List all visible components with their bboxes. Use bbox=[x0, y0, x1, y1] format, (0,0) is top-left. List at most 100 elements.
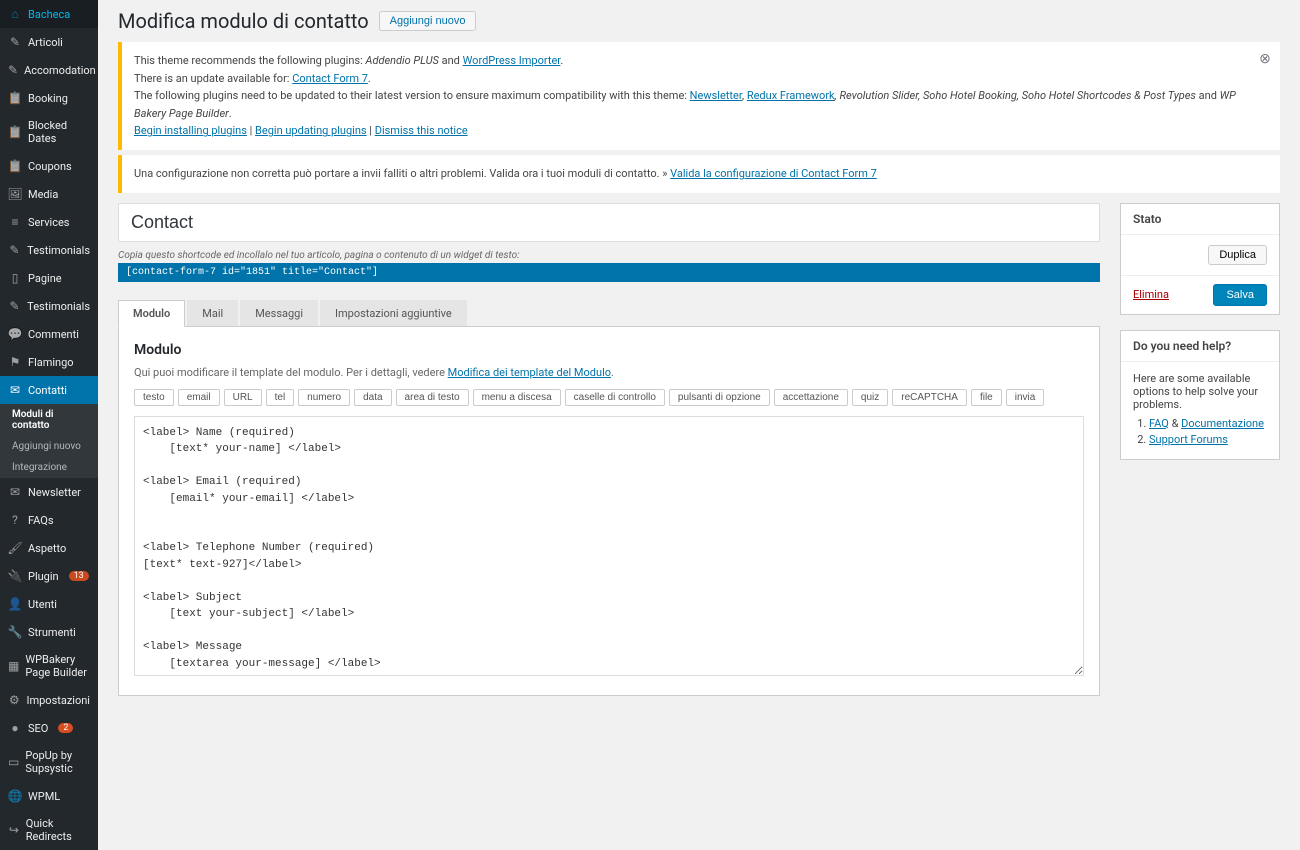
admin-sidebar: ⌂Bacheca✎Articoli✎Accomodation📋Booking📋B… bbox=[0, 0, 98, 850]
sidebar-item-strumenti[interactable]: 🔧 Strumenti bbox=[0, 618, 98, 646]
tag-button-invia[interactable]: invia bbox=[1006, 389, 1045, 406]
sidebar-item-wpbakery-page-builder[interactable]: ▦WPBakery Page Builder bbox=[0, 646, 98, 686]
shortcode-box[interactable]: [contact-form-7 id="1851" title="Contact… bbox=[118, 263, 1100, 282]
submenu-item-aggiungi-nuovo[interactable]: Aggiungi nuovo bbox=[0, 436, 98, 457]
notice-dismiss[interactable]: ⊗ bbox=[1256, 48, 1274, 66]
sidebar-item-label: Utenti bbox=[28, 598, 57, 611]
tag-button-pulsanti-di-opzione[interactable]: pulsanti di opzione bbox=[669, 389, 770, 406]
sidebar-item-label: Services bbox=[28, 216, 69, 229]
sidebar-item-label: Blocked Dates bbox=[28, 119, 90, 145]
form-template-textarea[interactable] bbox=[134, 416, 1084, 676]
tag-button-numero[interactable]: numero bbox=[298, 389, 350, 406]
sidebar-item-commenti[interactable]: 💬Commenti bbox=[0, 320, 98, 348]
sidebar-item-faqs[interactable]: ?FAQs bbox=[0, 506, 98, 534]
sidebar-item-label: PopUp by Supsystic bbox=[25, 749, 90, 775]
help-box: Do you need help? Here are some availabl… bbox=[1120, 330, 1280, 460]
bacheca-icon: ⌂ bbox=[8, 7, 22, 21]
sidebar-item-articoli[interactable]: ✎Articoli bbox=[0, 28, 98, 56]
sidebar-item-bacheca[interactable]: ⌂Bacheca bbox=[0, 0, 98, 28]
tag-button-reCAPTCHA[interactable]: reCAPTCHA bbox=[892, 389, 967, 406]
tab-modulo[interactable]: Modulo bbox=[118, 300, 185, 327]
tag-button-URL[interactable]: URL bbox=[224, 389, 262, 406]
sidebar-item-label: Strumenti bbox=[28, 626, 76, 639]
template-edit-link[interactable]: Modifica dei template del Modulo bbox=[448, 366, 611, 379]
sidebar-item-testimonials[interactable]: ✎Testimonials bbox=[0, 236, 98, 264]
sidebar-item-contatti[interactable]: ✉Contatti bbox=[0, 376, 98, 404]
tag-button-quiz[interactable]: quiz bbox=[852, 389, 888, 406]
sidebar-item-booking[interactable]: 📋Booking bbox=[0, 84, 98, 112]
docs-link[interactable]: Documentazione bbox=[1181, 417, 1264, 430]
wpml-icon: 🌐 bbox=[8, 789, 22, 803]
sidebar-item-blocked-dates[interactable]: 📋Blocked Dates bbox=[0, 112, 98, 152]
faqs-icon: ? bbox=[8, 513, 22, 527]
shortcode-hint: Copia questo shortcode ed incollalo nel … bbox=[118, 250, 1100, 261]
support-forums-link[interactable]: Support Forums bbox=[1149, 433, 1228, 446]
sidebar-item-utenti[interactable]: 👤Utenti bbox=[0, 590, 98, 618]
sidebar-item-label: Coupons bbox=[28, 160, 72, 173]
sidebar-item-label: Testimonials bbox=[27, 300, 90, 313]
sidebar-item-media[interactable]: 🖼Media bbox=[0, 180, 98, 208]
sidebar-item-impostazioni[interactable]: ⚙Impostazioni bbox=[0, 686, 98, 714]
tag-button-menu-a-discesa[interactable]: menu a discesa bbox=[473, 389, 561, 406]
sidebar-item-aspetto[interactable]: 🖌Aspetto bbox=[0, 534, 98, 562]
submenu-item-moduli-di-contatto[interactable]: Moduli di contatto bbox=[0, 404, 98, 436]
help-text: Here are some available options to help … bbox=[1133, 372, 1267, 411]
sidebar-item-label: Media bbox=[28, 188, 58, 201]
pagine-icon: ▯ bbox=[8, 271, 22, 285]
tag-button-area-di-testo[interactable]: area di testo bbox=[396, 389, 469, 406]
sidebar-item-flamingo[interactable]: ⚑Flamingo bbox=[0, 348, 98, 376]
save-button[interactable]: Salva bbox=[1213, 284, 1267, 306]
sidebar-item-coupons[interactable]: 📋 Coupons bbox=[0, 152, 98, 180]
coupons-icon: 📋 bbox=[8, 159, 22, 173]
contact-form-7-update-link[interactable]: Contact Form 7 bbox=[292, 72, 368, 85]
sidebar-item-label: Plugin bbox=[28, 570, 59, 583]
sidebar-item-label: Commenti bbox=[28, 328, 79, 341]
dismiss-notice-link[interactable]: Dismiss this notice bbox=[375, 124, 468, 137]
tag-button-email[interactable]: email bbox=[178, 389, 220, 406]
delete-link[interactable]: Elimina bbox=[1133, 288, 1169, 301]
tag-button-testo[interactable]: testo bbox=[134, 389, 174, 406]
sidebar-item-testimonials[interactable]: ✎Testimonials bbox=[0, 292, 98, 320]
popup-by-supsystic-icon: ▭ bbox=[8, 755, 19, 769]
tag-button-data[interactable]: data bbox=[354, 389, 391, 406]
begin-updating-link[interactable]: Begin updating plugins bbox=[255, 124, 367, 137]
tab-mail[interactable]: Mail bbox=[187, 300, 238, 326]
redux-framework-link[interactable]: Redux Framework bbox=[747, 89, 835, 102]
count-badge: 2 bbox=[58, 723, 73, 733]
begin-installing-link[interactable]: Begin installing plugins bbox=[134, 124, 247, 137]
tag-button-tel[interactable]: tel bbox=[266, 389, 295, 406]
sidebar-item-seo[interactable]: ●SEO2 bbox=[0, 714, 98, 742]
strumenti-icon: 🔧 bbox=[8, 625, 22, 639]
tab-messaggi[interactable]: Messaggi bbox=[240, 300, 318, 326]
tag-button-accettazione[interactable]: accettazione bbox=[774, 389, 848, 406]
submenu-item-integrazione[interactable]: Integrazione bbox=[0, 457, 98, 478]
sidebar-item-popup-by-supsystic[interactable]: ▭ PopUp by Supsystic bbox=[0, 742, 98, 782]
sidebar-item-label: SEO bbox=[28, 722, 48, 735]
testimonials-icon: ✎ bbox=[8, 243, 21, 257]
wordpress-importer-link[interactable]: WordPress Importer bbox=[463, 54, 561, 67]
page-title: Modifica modulo di contatto bbox=[118, 9, 369, 33]
form-title-input[interactable] bbox=[118, 203, 1100, 242]
validate-config-link[interactable]: Valida la configurazione di Contact Form… bbox=[670, 167, 877, 180]
sidebar-item-plugin[interactable]: 🔌Plugin13 bbox=[0, 562, 98, 590]
tab-impostazioni-aggiuntive[interactable]: Impostazioni aggiuntive bbox=[320, 300, 467, 326]
sidebar-item-newsletter[interactable]: ✉Newsletter bbox=[0, 478, 98, 506]
sidebar-item-label: Aspetto bbox=[28, 542, 66, 555]
sidebar-item-label: WPBakery Page Builder bbox=[25, 653, 90, 679]
add-new-button[interactable]: Aggiungi nuovo bbox=[379, 11, 477, 31]
faq-link[interactable]: FAQ bbox=[1149, 417, 1169, 430]
theme-plugins-notice: ⊗ This theme recommends the following pl… bbox=[118, 42, 1280, 150]
sidebar-item-pagine[interactable]: ▯Pagine bbox=[0, 264, 98, 292]
sidebar-item-services[interactable]: ≡Services bbox=[0, 208, 98, 236]
tag-button-file[interactable]: file bbox=[971, 389, 1002, 406]
flamingo-icon: ⚑ bbox=[8, 355, 22, 369]
sidebar-item-wpml[interactable]: 🌐WPML bbox=[0, 782, 98, 810]
tag-button-caselle-di-controllo[interactable]: caselle di controllo bbox=[565, 389, 665, 406]
duplicate-button[interactable]: Duplica bbox=[1208, 245, 1267, 265]
contatti-icon: ✉ bbox=[8, 383, 22, 397]
sidebar-item-quick-redirects[interactable]: ↪Quick Redirects bbox=[0, 810, 98, 850]
newsletter-link[interactable]: Newsletter bbox=[690, 89, 742, 102]
sidebar-item-accomodation[interactable]: ✎Accomodation bbox=[0, 56, 98, 84]
sidebar-item-label: Booking bbox=[28, 92, 68, 105]
panel-heading: Modulo bbox=[134, 342, 1084, 358]
